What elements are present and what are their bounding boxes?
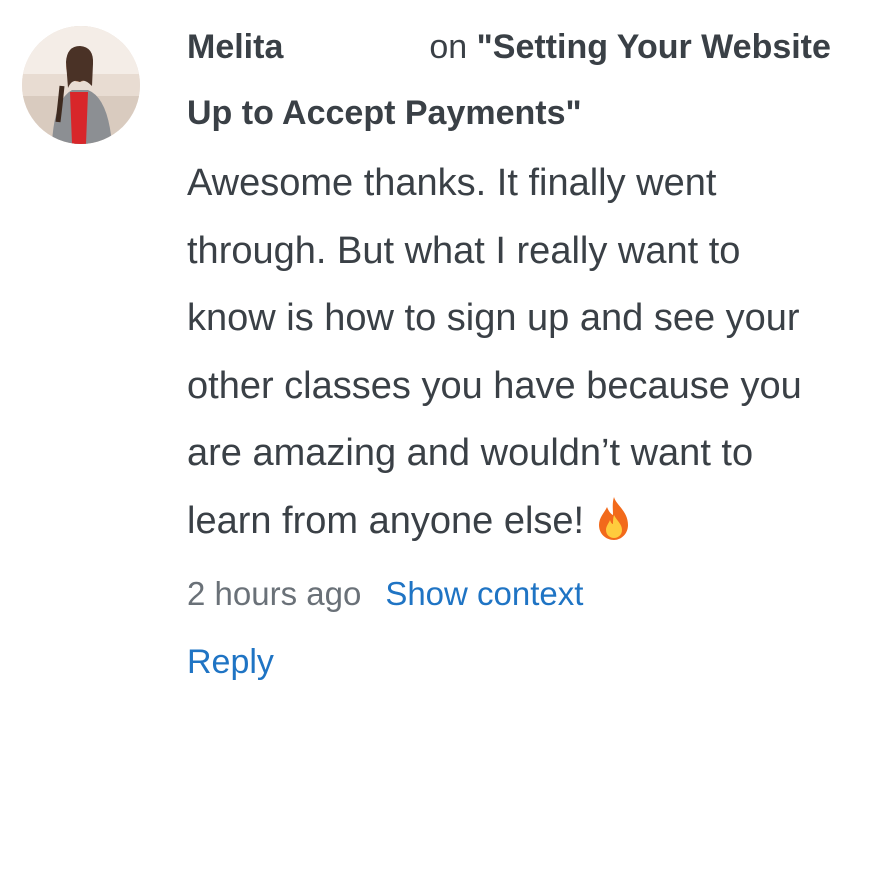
on-label: on — [429, 28, 468, 66]
avatar[interactable] — [22, 26, 140, 144]
comment-content: Melita on "Setting Your Website Up to Acc… — [187, 14, 857, 687]
timestamp: 2 hours ago — [187, 575, 362, 612]
show-context-link[interactable]: Show context — [385, 575, 583, 612]
comment-body: Awesome thanks. It finally went through.… — [187, 150, 827, 555]
author-name[interactable]: Melita — [187, 28, 283, 66]
post-title-link[interactable]: "Setting Your Website Up to Accept Payme… — [187, 28, 831, 132]
comment-body-text: Awesome thanks. It finally went through.… — [187, 162, 802, 542]
fire-icon — [594, 495, 634, 541]
comment-card: Melita on "Setting Your Website Up to Acc… — [0, 0, 886, 869]
comment-meta: 2 hours ago Show context — [187, 569, 857, 619]
avatar-photo-icon — [22, 26, 140, 144]
reply-button[interactable]: Reply — [187, 637, 857, 687]
comment-header: Melita on "Setting Your Website Up to Acc… — [187, 14, 857, 146]
